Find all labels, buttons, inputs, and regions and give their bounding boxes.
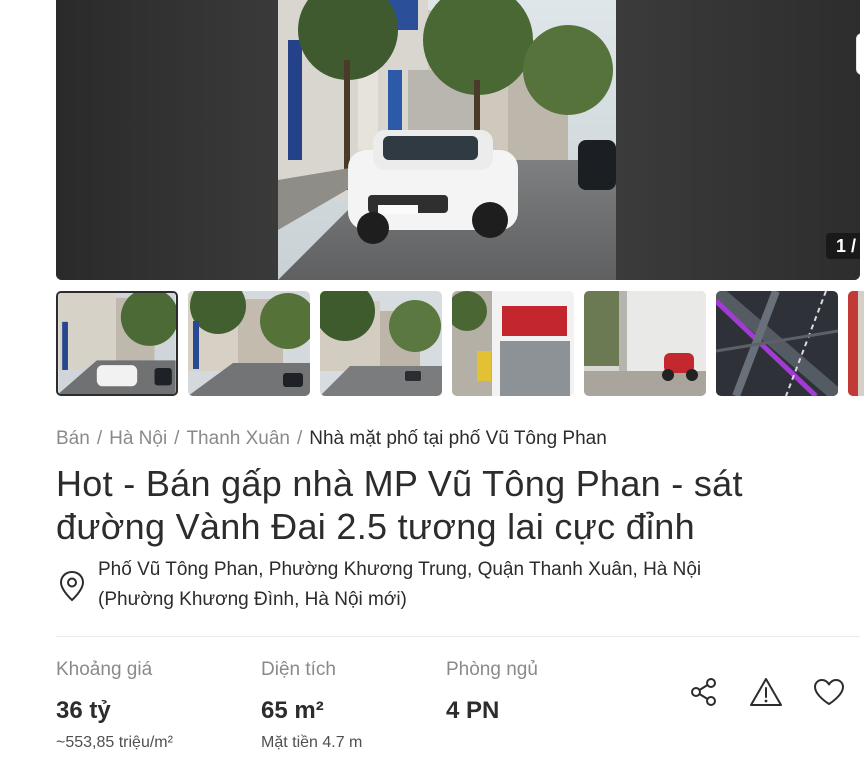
share-button[interactable] (686, 674, 722, 710)
breadcrumb-item-thanh-xuan[interactable]: Thanh Xuân (186, 428, 290, 449)
breadcrumb-item-ban[interactable]: Bán (56, 428, 90, 449)
breadcrumb-current: Nhà mặt phố tại phố Vũ Tông Phan (309, 428, 607, 449)
street-photo-thumbnail-icon (188, 291, 310, 396)
gallery-blur-left (56, 0, 278, 280)
breadcrumb-separator: / (174, 428, 180, 449)
street-photo-thumbnail-icon (58, 293, 176, 394)
thumbnail-2[interactable] (188, 291, 310, 396)
address-line-2: (Phường Khương Đình, Hà Nội mới) (98, 589, 407, 610)
save-favorite-button[interactable] (811, 674, 847, 710)
thumbnail-7[interactable] (848, 291, 864, 396)
map-pin-icon (59, 570, 85, 602)
spec-price: Khoảng giá 36 tỷ ~553,85 triệu/m² (56, 659, 173, 752)
listing-title: Hot - Bán gấp nhà MP Vũ Tông Phan - sát … (56, 463, 743, 547)
thumbnail-strip (56, 291, 864, 396)
price-per-m2: ~553,85 triệu/m² (56, 734, 173, 751)
thumbnail-1[interactable] (56, 291, 178, 396)
report-button[interactable] (748, 674, 784, 710)
photo-thumbnail-icon (848, 291, 864, 396)
spec-area: Diện tích 65 m² Mặt tiền 4.7 m (261, 659, 362, 752)
warning-icon (750, 678, 782, 706)
breadcrumb-separator: / (296, 428, 303, 449)
area-label: Diện tích (261, 659, 336, 680)
breadcrumb: Bán / Hà Nội / Thanh Xuân / Nhà mặt phố tại ph… (56, 428, 607, 450)
spec-bedrooms: Phòng ngủ 4 PN (446, 659, 538, 725)
area-value: 65 m² (261, 697, 324, 724)
bedrooms-value: 4 PN (446, 697, 500, 724)
section-divider (56, 636, 860, 637)
photo-gallery[interactable]: 1 / 10 (56, 0, 860, 280)
gallery-blur-right (616, 0, 860, 280)
breadcrumb-separator: / (96, 428, 103, 449)
frontage-value: Mặt tiền 4.7 m (261, 734, 363, 751)
next-photo-button[interactable] (856, 33, 860, 75)
price-label: Khoảng giá (56, 659, 153, 680)
breadcrumb-item-ha-noi[interactable]: Hà Nội (109, 428, 167, 449)
address-line-1: Phố Vũ Tông Phan, Phường Khương Trung, Q… (98, 559, 702, 580)
heart-icon (814, 679, 844, 705)
photo-counter: 1 / 10 (826, 233, 860, 259)
street-photo-thumbnail-icon (320, 291, 442, 396)
price-value: 36 tỷ (56, 697, 111, 724)
thumbnail-6[interactable] (716, 291, 838, 396)
thumbnail-3[interactable] (320, 291, 442, 396)
map-photo-thumbnail-icon (716, 291, 838, 396)
shopfront-photo-thumbnail-icon (452, 291, 574, 396)
share-icon (691, 678, 716, 706)
sidewalk-photo-thumbnail-icon (584, 291, 706, 396)
thumbnail-4[interactable] (452, 291, 574, 396)
thumbnail-5[interactable] (584, 291, 706, 396)
main-listing-photo[interactable] (278, 0, 616, 280)
bedrooms-label: Phòng ngủ (446, 659, 538, 680)
